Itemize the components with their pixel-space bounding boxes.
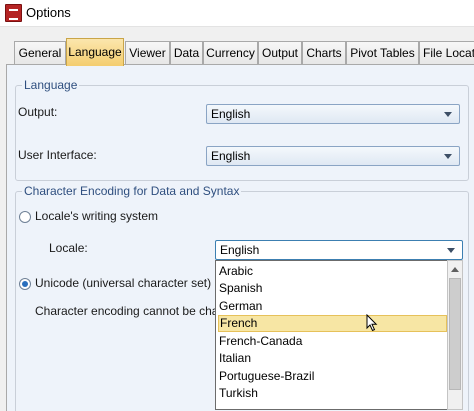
- tab-file-locations[interactable]: File Locat: [419, 41, 474, 65]
- tab-data[interactable]: Data: [170, 41, 203, 65]
- scroll-up-arrow-icon[interactable]: [448, 261, 462, 277]
- locale-option-italian[interactable]: Italian: [218, 350, 447, 367]
- locale-option-german[interactable]: German: [218, 298, 447, 315]
- unicode-radio[interactable]: [19, 278, 31, 290]
- output-language-select[interactable]: English: [206, 104, 460, 124]
- scroll-thumb[interactable]: [449, 278, 461, 390]
- user-interface-language-value: English: [211, 149, 251, 163]
- output-label: Output:: [18, 105, 58, 119]
- language-group: Language: [15, 78, 469, 181]
- output-language-value: English: [211, 107, 251, 121]
- tab-currency[interactable]: Currency: [203, 41, 258, 65]
- locale-option-french-canada[interactable]: French-Canada: [218, 333, 447, 350]
- tab-charts[interactable]: Charts: [302, 41, 346, 65]
- locale-option-arabic[interactable]: Arabic: [218, 263, 447, 280]
- locale-writing-system-label[interactable]: Locale's writing system: [35, 209, 158, 223]
- chevron-down-icon: [444, 154, 452, 159]
- locale-option-spanish[interactable]: Spanish: [218, 280, 447, 297]
- chevron-down-icon: [444, 112, 452, 117]
- tab-output[interactable]: Output: [258, 41, 302, 65]
- chevron-down-icon: [447, 248, 455, 253]
- encoding-note: Character encoding cannot be changed: [35, 304, 246, 318]
- locale-value: English: [220, 243, 260, 257]
- locale-writing-system-radio[interactable]: [19, 211, 31, 223]
- tab-strip: General Language Viewer Data Currency Ou…: [14, 38, 474, 66]
- app-icon: [5, 4, 22, 22]
- locale-option-portuguese-brazil[interactable]: Portuguese-Brazil: [218, 368, 447, 385]
- unicode-label[interactable]: Unicode (universal character set): [35, 276, 211, 290]
- user-interface-label: User Interface:: [18, 148, 97, 162]
- tab-general[interactable]: General: [14, 41, 66, 65]
- mouse-pointer-icon: [366, 314, 378, 332]
- locale-list-scrollbar[interactable]: [447, 260, 463, 410]
- options-dialog: Options General Language Viewer Data Cur…: [0, 0, 474, 411]
- tab-viewer[interactable]: Viewer: [125, 41, 170, 65]
- language-group-title: Language: [22, 78, 80, 92]
- locale-dropdown-list: Arabic Spanish German French French-Cana…: [215, 260, 448, 410]
- locale-option-turkish[interactable]: Turkish: [218, 385, 447, 402]
- locale-option-french[interactable]: French: [218, 315, 447, 332]
- locale-select[interactable]: English: [215, 240, 463, 260]
- window-title: Options: [26, 5, 71, 20]
- title-bar: Options: [0, 0, 474, 27]
- user-interface-language-select[interactable]: English: [206, 146, 460, 166]
- tab-language[interactable]: Language: [66, 38, 124, 66]
- encoding-group-title: Character Encoding for Data and Syntax: [22, 184, 242, 198]
- locale-label: Locale:: [49, 241, 88, 255]
- tab-pivot-tables[interactable]: Pivot Tables: [346, 41, 419, 65]
